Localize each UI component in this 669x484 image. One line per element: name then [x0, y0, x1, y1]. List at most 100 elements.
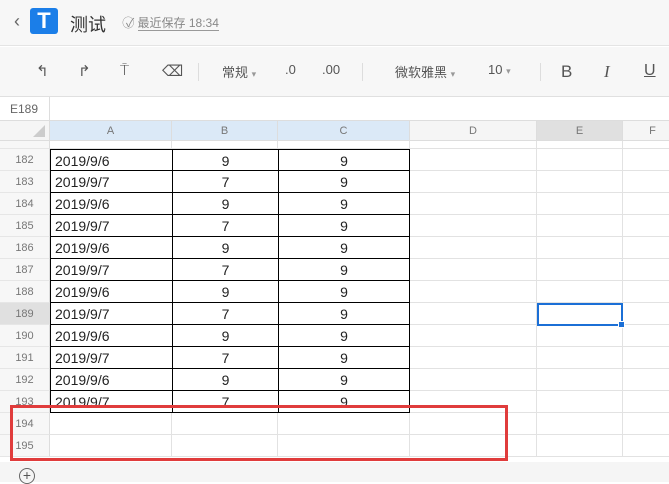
row-header[interactable]: 189 — [0, 303, 50, 325]
font-dropdown[interactable]: 微软雅黑 ▾ — [395, 62, 455, 81]
cell-a[interactable]: 2019/9/6 — [50, 237, 173, 259]
document-title[interactable]: 测试 — [70, 11, 106, 37]
eraser-icon[interactable]: ⌫ — [162, 62, 183, 80]
cell-b[interactable]: 9 — [172, 149, 279, 171]
cell-d[interactable] — [410, 303, 537, 325]
cell-reference[interactable]: E189 — [0, 97, 50, 121]
cell-f[interactable] — [623, 369, 669, 391]
cell-d[interactable] — [410, 237, 537, 259]
undo-icon[interactable]: ↰ — [36, 62, 49, 80]
cell[interactable] — [537, 435, 623, 457]
cell-f[interactable] — [623, 347, 669, 369]
cell-e[interactable] — [537, 281, 623, 303]
cell-b[interactable]: 7 — [172, 347, 279, 369]
row-header[interactable]: 190 — [0, 325, 50, 347]
cell[interactable] — [50, 141, 172, 149]
cell-e[interactable] — [537, 237, 623, 259]
cell[interactable] — [537, 141, 623, 149]
row-header[interactable]: 188 — [0, 281, 50, 303]
cell-e[interactable] — [537, 171, 623, 193]
row-header[interactable]: 182 — [0, 149, 50, 171]
cell-b[interactable]: 9 — [172, 237, 279, 259]
cell-c[interactable]: 9 — [278, 325, 410, 347]
column-header-F[interactable]: F — [623, 121, 669, 141]
cell-b[interactable]: 7 — [172, 171, 279, 193]
cell-d[interactable] — [410, 347, 537, 369]
column-header-B[interactable]: B — [172, 121, 278, 141]
row-header[interactable]: 187 — [0, 259, 50, 281]
cell-f[interactable] — [623, 303, 669, 325]
cell-a[interactable]: 2019/9/6 — [50, 193, 173, 215]
underline-button[interactable]: U — [644, 62, 656, 80]
cell-a[interactable]: 2019/9/7 — [50, 171, 173, 193]
save-status[interactable]: ✓⃝ 最近保存 18:34 — [126, 14, 219, 31]
format-painter-icon[interactable]: ⍑ — [120, 62, 129, 79]
cell-a[interactable]: 2019/9/7 — [50, 215, 173, 237]
cell-b[interactable]: 9 — [172, 193, 279, 215]
decrease-decimal-button[interactable]: .0 — [285, 62, 296, 77]
cell[interactable] — [537, 413, 623, 435]
cell-d[interactable] — [410, 369, 537, 391]
cell-f[interactable] — [623, 149, 669, 171]
bold-button[interactable]: B — [561, 62, 572, 82]
column-header-D[interactable]: D — [410, 121, 537, 141]
font-size-dropdown[interactable]: 10 ▾ — [488, 62, 511, 77]
cell-a[interactable]: 2019/9/6 — [50, 281, 173, 303]
cell-a[interactable]: 2019/9/7 — [50, 259, 173, 281]
cell-f[interactable] — [623, 259, 669, 281]
cell[interactable] — [623, 141, 669, 149]
cell[interactable] — [623, 413, 669, 435]
cell-e[interactable] — [537, 391, 623, 413]
back-icon[interactable]: ‹ — [14, 11, 20, 32]
cell-c[interactable]: 9 — [278, 369, 410, 391]
italic-button[interactable]: I — [604, 62, 610, 82]
row-header[interactable]: 183 — [0, 171, 50, 193]
column-header-E[interactable]: E — [537, 121, 623, 141]
cell-c[interactable]: 9 — [278, 171, 410, 193]
cell-d[interactable] — [410, 325, 537, 347]
row-header[interactable]: 184 — [0, 193, 50, 215]
cell-d[interactable] — [410, 171, 537, 193]
cell-c[interactable]: 9 — [278, 193, 410, 215]
formula-bar[interactable]: E189 — [0, 97, 669, 121]
redo-icon[interactable]: ↱ — [78, 62, 91, 80]
cell-a[interactable]: 2019/9/7 — [50, 303, 173, 325]
column-header-A[interactable]: A — [50, 121, 172, 141]
cell-b[interactable]: 9 — [172, 281, 279, 303]
cell-f[interactable] — [623, 325, 669, 347]
cell-a[interactable]: 2019/9/6 — [50, 149, 173, 171]
cell-c[interactable]: 9 — [278, 215, 410, 237]
increase-decimal-button[interactable]: .00 — [322, 62, 340, 77]
cell-e[interactable] — [537, 193, 623, 215]
row-header[interactable]: 191 — [0, 347, 50, 369]
cell-e[interactable] — [537, 325, 623, 347]
column-header-C[interactable]: C — [278, 121, 410, 141]
cell-d[interactable] — [410, 193, 537, 215]
cell-b[interactable]: 7 — [172, 215, 279, 237]
cell-b[interactable]: 9 — [172, 369, 279, 391]
cell-f[interactable] — [623, 281, 669, 303]
cell[interactable] — [623, 435, 669, 457]
cell-c[interactable]: 9 — [278, 237, 410, 259]
cell-f[interactable] — [623, 237, 669, 259]
cell-d[interactable] — [410, 215, 537, 237]
cell[interactable] — [278, 141, 410, 149]
select-all-corner[interactable] — [0, 121, 50, 141]
cell-f[interactable] — [623, 391, 669, 413]
cell-c[interactable]: 9 — [278, 281, 410, 303]
cell-d[interactable] — [410, 281, 537, 303]
cell-f[interactable] — [623, 215, 669, 237]
cell-e[interactable] — [537, 369, 623, 391]
cell-f[interactable] — [623, 193, 669, 215]
cell-c[interactable]: 9 — [278, 259, 410, 281]
cell-e[interactable] — [537, 149, 623, 171]
cell-a[interactable]: 2019/9/6 — [50, 325, 173, 347]
cell-f[interactable] — [623, 171, 669, 193]
row-header[interactable]: 186 — [0, 237, 50, 259]
cell-c[interactable]: 9 — [278, 347, 410, 369]
cell-c[interactable]: 9 — [278, 149, 410, 171]
cell-d[interactable] — [410, 259, 537, 281]
cell-d[interactable] — [410, 149, 537, 171]
cell-b[interactable]: 7 — [172, 259, 279, 281]
cell-b[interactable]: 9 — [172, 325, 279, 347]
